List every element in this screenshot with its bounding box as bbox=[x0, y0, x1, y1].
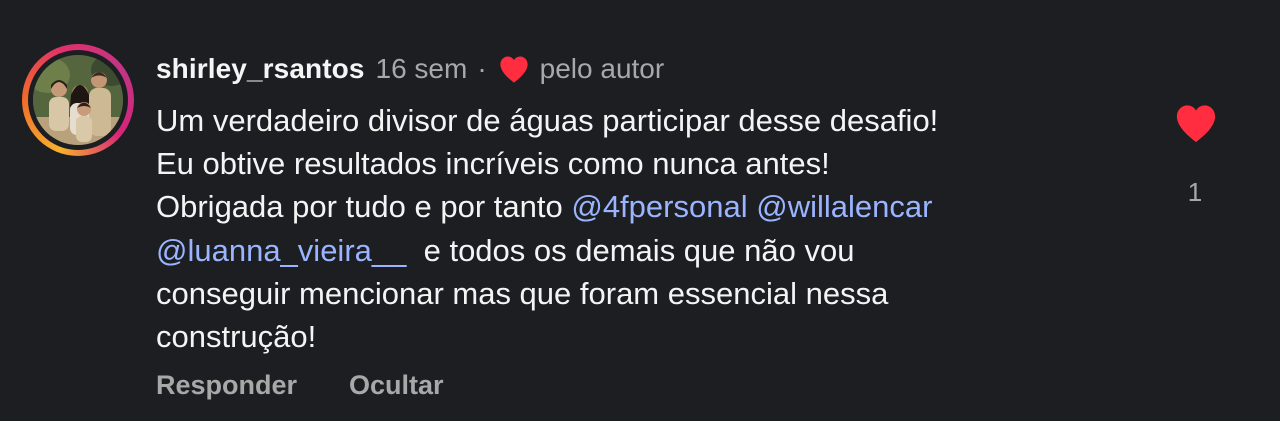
comment-header: shirley_rsantos 16 sem · pelo autor bbox=[156, 51, 664, 87]
comment-line: Eu obtive resultados incríveis como nunc… bbox=[156, 142, 1156, 185]
avatar-photo bbox=[33, 55, 123, 145]
heart-icon bbox=[500, 56, 528, 83]
comment-line: Um verdadeiro divisor de águas participa… bbox=[156, 99, 1156, 142]
comment-text-segment: construção! bbox=[156, 319, 317, 355]
mention-link[interactable]: @luanna_vieira__ bbox=[156, 233, 406, 268]
comment-text-segment: Um verdadeiro divisor de águas participa… bbox=[156, 103, 939, 138]
comment-actions: Responder Ocultar bbox=[156, 370, 444, 401]
comment-text-segment: Obrigada por tudo e por tanto bbox=[156, 189, 572, 225]
comment: shirley_rsantos 16 sem · pelo autor Um v… bbox=[0, 0, 1280, 421]
like-count: 1 bbox=[1187, 177, 1203, 207]
mention-link[interactable]: @willalencar bbox=[756, 189, 932, 224]
reply-button[interactable]: Responder bbox=[156, 370, 297, 401]
comment-text: Um verdadeiro divisor de águas participa… bbox=[156, 99, 1156, 358]
comment-line: @luanna_vieira__ e todos os demais que n… bbox=[156, 229, 1156, 272]
comment-line: Obrigada por tudo e por tanto @4fpersona… bbox=[156, 185, 1156, 228]
comment-text-segment: Eu obtive resultados incríveis como nunc… bbox=[156, 146, 830, 182]
like-heart-icon[interactable] bbox=[1172, 102, 1220, 144]
avatar-story-ring[interactable] bbox=[22, 44, 134, 156]
comment-text-segment: e todos os demais que não vou bbox=[406, 232, 855, 268]
liked-by-author-label: pelo autor bbox=[539, 53, 665, 84]
comment-line: construção! bbox=[156, 315, 1156, 358]
hide-button[interactable]: Ocultar bbox=[349, 370, 444, 401]
separator-dot: · bbox=[477, 53, 487, 84]
comment-line: conseguir mencionar mas que foram essenc… bbox=[156, 272, 1156, 315]
comment-text-segment: conseguir mencionar mas que foram essenc… bbox=[156, 275, 889, 311]
username-link[interactable]: shirley_rsantos bbox=[156, 53, 365, 85]
timestamp: 16 sem bbox=[375, 53, 468, 84]
comment-text-segment bbox=[748, 189, 757, 224]
avatar[interactable] bbox=[33, 55, 123, 145]
mention-link[interactable]: @4fpersonal bbox=[571, 189, 747, 224]
